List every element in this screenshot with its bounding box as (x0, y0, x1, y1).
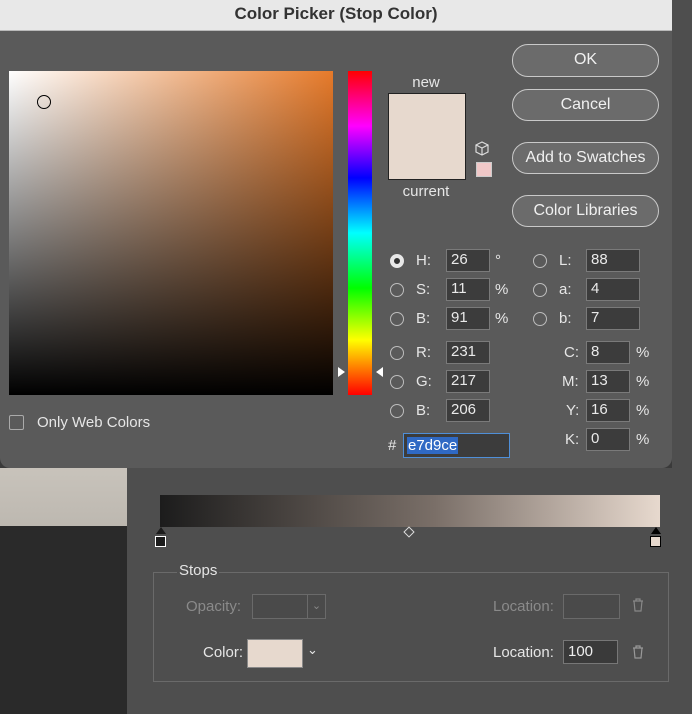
radio-l[interactable] (533, 254, 547, 268)
h-unit: ° (495, 252, 501, 269)
l-label: L: (559, 252, 572, 269)
radio-g[interactable] (390, 375, 404, 389)
canvas-photo-preview (0, 468, 127, 526)
opacity-location-label: Location: (493, 598, 554, 615)
hex-input[interactable]: e7d9ce (403, 433, 510, 458)
color-stop-left[interactable] (155, 536, 166, 547)
color-field-cursor[interactable] (37, 95, 51, 109)
color-field[interactable] (9, 71, 333, 395)
y-input[interactable]: 16 (586, 399, 630, 422)
g-label: G: (416, 373, 432, 390)
color-delete-icon[interactable] (632, 645, 644, 659)
lab-b-label: b: (559, 310, 572, 327)
opacity-stop-left[interactable] (156, 527, 166, 534)
only-web-colors-checkbox[interactable] (9, 415, 24, 430)
hue-slider[interactable] (348, 71, 372, 395)
blue-input[interactable]: 206 (446, 399, 490, 422)
stops-title: Stops (177, 562, 220, 579)
gradient-preview-bar[interactable] (160, 495, 660, 527)
hex-symbol: # (388, 437, 397, 454)
s-label: S: (416, 281, 431, 298)
radio-a[interactable] (533, 283, 547, 297)
color-picker-dialog: Color Picker (Stop Color) new current OK… (0, 0, 672, 468)
stop-color-swatch[interactable] (247, 639, 303, 668)
opacity-delete-icon (633, 598, 643, 612)
add-to-swatches-button[interactable]: Add to Swatches (512, 142, 659, 174)
k-unit: % (636, 431, 650, 448)
blue-label: B: (416, 402, 431, 419)
color-location-input[interactable]: 100 (563, 640, 618, 664)
h-input[interactable]: 26 (446, 249, 490, 272)
m-input[interactable]: 13 (586, 370, 630, 393)
stop-color-dropdown-icon[interactable]: ⌄ (307, 642, 318, 658)
stops-group (153, 572, 669, 682)
radio-h[interactable] (390, 254, 404, 268)
ok-button[interactable]: OK (512, 44, 659, 77)
dialog-title: Color Picker (Stop Color) (234, 4, 438, 23)
c-input[interactable]: 8 (586, 341, 630, 364)
radio-brightness[interactable] (390, 312, 404, 326)
m-label: M: (562, 373, 579, 390)
cancel-button[interactable]: Cancel (512, 89, 659, 121)
current-color-preview[interactable] (388, 136, 466, 180)
brightness-input[interactable]: 91 (446, 307, 490, 330)
hex-value-selected: e7d9ce (407, 437, 459, 454)
r-input[interactable]: 231 (446, 341, 490, 364)
cube-icon[interactable] (475, 141, 489, 156)
opacity-stop-right[interactable] (651, 527, 661, 534)
current-color-label: current (402, 183, 450, 200)
k-label: K: (565, 431, 580, 448)
a-label: a: (559, 281, 572, 298)
radio-r[interactable] (390, 346, 404, 360)
web-safe-swatch[interactable] (476, 162, 492, 177)
only-web-colors-label: Only Web Colors (37, 414, 151, 431)
s-input[interactable]: 11 (446, 278, 490, 301)
y-label: Y: (566, 402, 580, 419)
m-unit: % (636, 373, 650, 390)
radio-lab-b[interactable] (533, 312, 547, 326)
s-unit: % (495, 281, 509, 298)
color-libraries-button[interactable]: Color Libraries (512, 195, 659, 227)
color-label: Color: (203, 644, 244, 661)
r-label: R: (416, 344, 431, 361)
radio-s[interactable] (390, 283, 404, 297)
brightness-unit: % (495, 310, 509, 327)
hue-slider-left-handle[interactable] (338, 367, 345, 377)
new-color-preview (388, 93, 466, 137)
new-color-label: new (412, 74, 440, 91)
opacity-location-field (563, 594, 620, 619)
color-location-label: Location: (493, 644, 554, 661)
hue-slider-right-handle[interactable] (376, 367, 383, 377)
opacity-dropdown: ⌄ (307, 594, 326, 619)
y-unit: % (636, 402, 650, 419)
opacity-field (252, 594, 309, 619)
opacity-label: Opacity: (186, 598, 242, 615)
h-label: H: (416, 252, 431, 269)
color-stop-right[interactable] (650, 536, 661, 547)
brightness-label: B: (416, 310, 431, 327)
c-unit: % (636, 344, 650, 361)
radio-blue[interactable] (390, 404, 404, 418)
background-panel-strip (672, 0, 692, 468)
canvas-dark-area (0, 526, 127, 714)
g-input[interactable]: 217 (446, 370, 490, 393)
l-input[interactable]: 88 (586, 249, 640, 272)
lab-b-input[interactable]: 7 (586, 307, 640, 330)
a-input[interactable]: 4 (586, 278, 640, 301)
k-input[interactable]: 0 (586, 428, 630, 451)
c-label: C: (564, 344, 579, 361)
